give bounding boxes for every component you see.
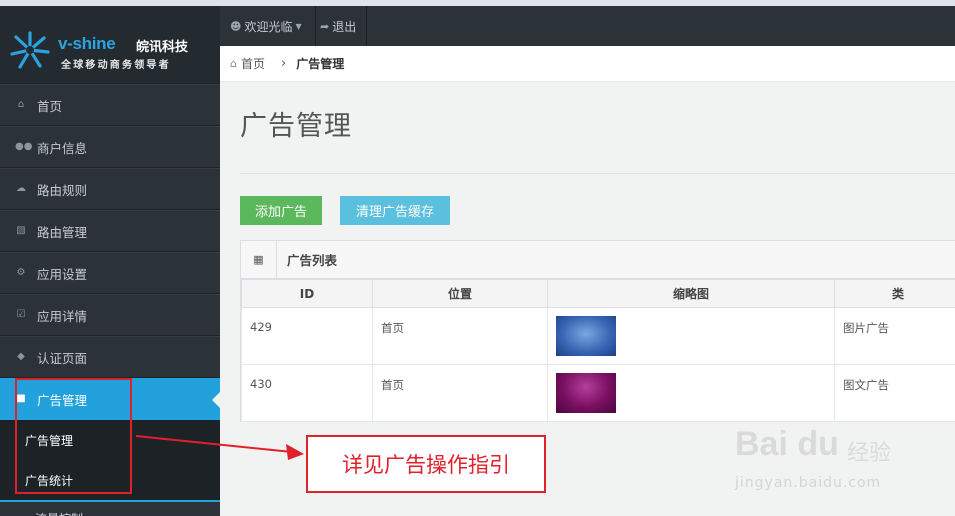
brand-name-cn: 皖讯科技 (136, 40, 189, 55)
sidebar-item-auth-page[interactable]: ◆ 认证页面 (0, 336, 220, 378)
sidebar-item-label: 首页 (37, 98, 63, 114)
brand-slogan: 全球移动商务领导者 (61, 60, 171, 71)
annotation-callout: 详见广告操作指引 (306, 435, 546, 493)
welcome-label: 欢迎光临 (244, 19, 293, 34)
sidebar-item-app-details[interactable]: ☑ 应用详情 (0, 294, 220, 336)
active-indicator (212, 392, 220, 408)
cell-id: 430 (241, 364, 373, 422)
cloud-icon: ☁ (16, 183, 26, 194)
sidebar-item-merchant[interactable]: ●● 商户信息 (0, 126, 220, 168)
clear-ad-cache-button[interactable]: 清理广告缓存 (340, 196, 450, 225)
divider (240, 173, 955, 174)
cell-position: 首页 (372, 364, 548, 422)
caret-down-icon: ▼ (295, 21, 302, 31)
vshine-logo-icon (10, 31, 50, 69)
sidebar-item-app-settings[interactable]: ⚙ 应用设置 (0, 252, 220, 294)
home-icon: ⌂ (17, 99, 25, 110)
sidebar-item-route-manage[interactable]: ▧ 路由管理 (0, 210, 220, 252)
sidebar-item-label: 路由规则 (37, 182, 88, 198)
user-icon: ☻ (230, 19, 242, 33)
logo[interactable]: v-shine 皖讯科技 全球移动商务领导者 (0, 6, 220, 84)
cell-id: 429 (241, 307, 373, 365)
sidebar-item-traffic-control[interactable]: 流量控制 (0, 502, 220, 516)
cell-thumbnail (547, 364, 835, 422)
column-header-position[interactable]: 位置 (372, 279, 548, 308)
table-row[interactable]: 429 首页 图片广告 (241, 307, 955, 365)
table-row[interactable]: 430 首页 图文广告 (241, 364, 955, 422)
brand-name: v-shine (58, 34, 116, 53)
sidebar-item-label: 路由管理 (37, 224, 88, 240)
share-icon: ➦ (320, 19, 330, 33)
sidebar-item-label: 认证页面 (37, 350, 88, 366)
tag-icon: ◆ (17, 351, 25, 362)
baidu-jingyan-watermark: Bai du 经验 jingyan.baidu.com (735, 425, 955, 500)
ad-list-panel: ▦ 广告列表 ID 位置 缩略图 类 429 首页 图片广告 430 首页 图文… (240, 240, 955, 422)
check-square-icon: ☑ (16, 309, 26, 320)
column-header-type[interactable]: 类 (834, 279, 955, 308)
cell-type: 图片广告 (834, 307, 955, 365)
chevron-right-icon: › (281, 56, 287, 71)
cell-type: 图文广告 (834, 364, 955, 422)
sidebar-item-route-rules[interactable]: ☁ 路由规则 (0, 168, 220, 210)
panel-header: ▦ 广告列表 (241, 240, 955, 279)
sitemap-icon: ▧ (16, 225, 26, 236)
breadcrumb-current: 广告管理 (296, 57, 345, 71)
sidebar-item-label: 应用设置 (37, 266, 88, 282)
table-icon: ▦ (241, 240, 277, 279)
welcome-dropdown[interactable]: ☻ 欢迎光临 ▼ (220, 6, 316, 46)
logout-label: 退出 (332, 19, 357, 34)
top-navbar: ☻ 欢迎光临 ▼ ➦ 退出 (220, 6, 955, 46)
cogs-icon: ⚙ (16, 267, 26, 278)
watermark-url: jingyan.baidu.com (735, 475, 882, 491)
column-header-thumbnail[interactable]: 缩略图 (547, 279, 835, 308)
sidebar-item-label: 应用详情 (37, 308, 88, 324)
cell-position: 首页 (372, 307, 548, 365)
sidebar-item-label: 商户信息 (37, 140, 88, 156)
ad-table: ID 位置 缩略图 类 429 首页 图片广告 430 首页 图文广告 (241, 279, 955, 422)
annotation-arrow-icon (135, 435, 304, 460)
home-icon: ⌂ (230, 57, 237, 70)
page-title: 广告管理 (240, 111, 352, 142)
cell-thumbnail (547, 307, 835, 365)
add-ad-button[interactable]: 添加广告 (240, 196, 322, 225)
column-header-id[interactable]: ID (241, 279, 373, 308)
thumbnail-image[interactable] (556, 373, 616, 413)
breadcrumb: ⌂ 首页 › 广告管理 (220, 46, 955, 82)
thumbnail-image[interactable] (556, 316, 616, 356)
watermark-cn: 经验 (847, 441, 892, 466)
watermark-main: Bai du (735, 425, 839, 463)
logout-button[interactable]: ➦ 退出 (310, 6, 368, 46)
sidebar-item-home[interactable]: ⌂ 首页 (0, 84, 220, 126)
users-icon: ●● (15, 141, 33, 152)
breadcrumb-home[interactable]: 首页 (241, 55, 265, 72)
panel-title: 广告列表 (287, 253, 338, 268)
annotation-highlight-box (15, 378, 132, 494)
